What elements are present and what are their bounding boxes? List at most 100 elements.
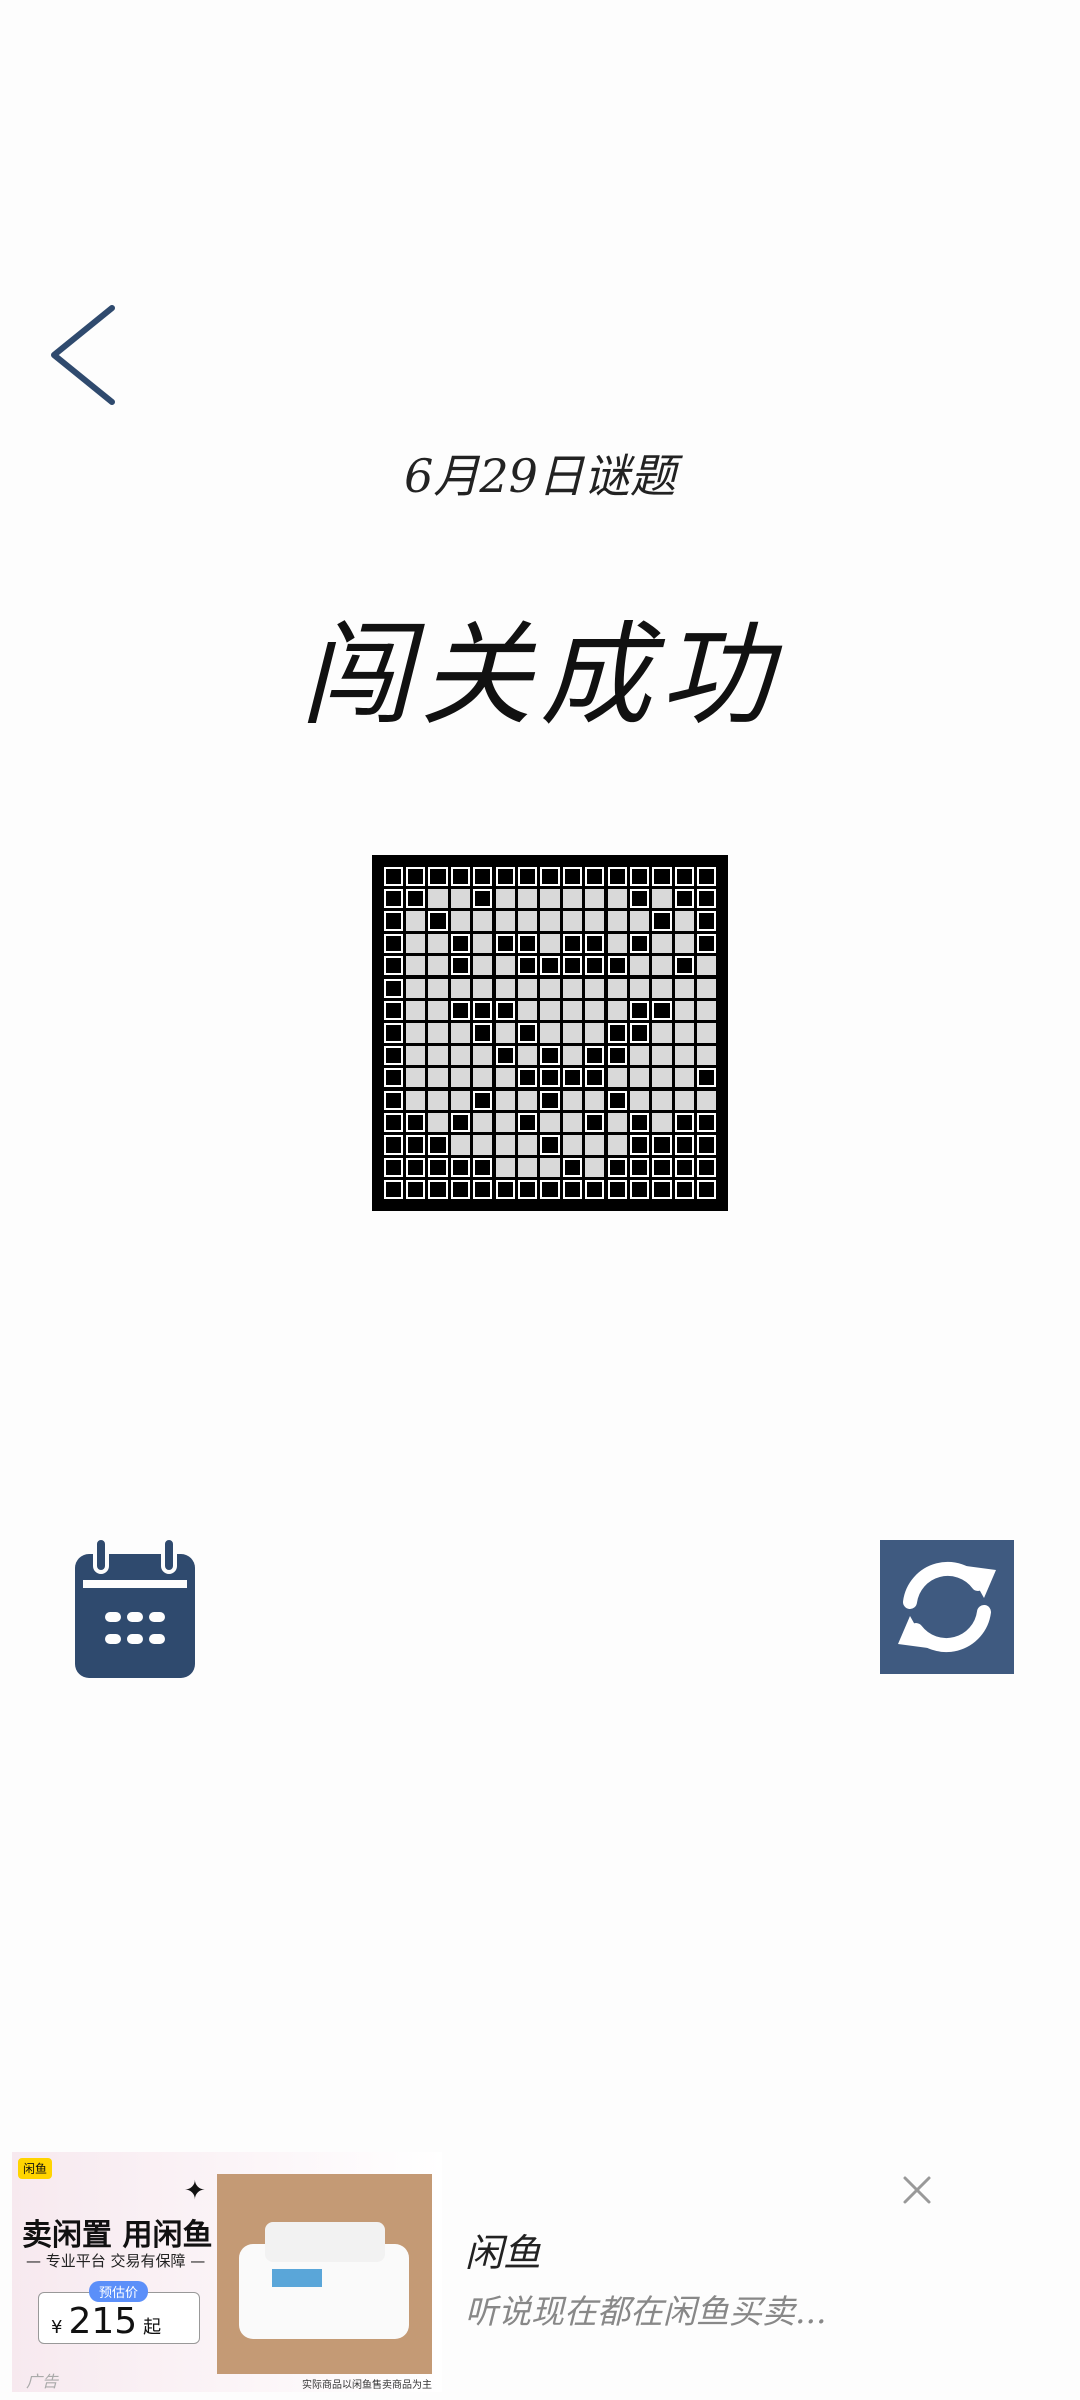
puzzle-cell xyxy=(674,933,695,954)
puzzle-cell xyxy=(428,1068,448,1088)
puzzle-cell xyxy=(517,1180,538,1200)
puzzle-cell xyxy=(697,1135,717,1155)
ad-description[interactable]: 听说现在都在闲鱼买卖... xyxy=(465,2285,826,2333)
success-title: 闯关成功 xyxy=(300,611,780,741)
puzzle-cell xyxy=(495,1000,515,1021)
ad-close-button[interactable] xyxy=(895,2168,939,2212)
puzzle-cell xyxy=(473,956,493,976)
puzzle-cell xyxy=(405,956,426,976)
puzzle-cell xyxy=(585,1045,605,1066)
puzzle-cell xyxy=(607,956,627,976)
puzzle-cell xyxy=(652,978,672,998)
puzzle-cell xyxy=(629,888,650,909)
puzzle-cell xyxy=(473,1045,493,1066)
puzzle-cell xyxy=(495,1180,515,1200)
puzzle-cell xyxy=(629,911,650,931)
puzzle-cell xyxy=(629,956,650,976)
ad-price-value: 215 xyxy=(68,2301,138,2342)
puzzle-cell xyxy=(428,956,448,976)
puzzle-cell xyxy=(652,1068,672,1088)
puzzle-cell xyxy=(450,1000,471,1021)
puzzle-cell xyxy=(473,1023,493,1043)
puzzle-cell xyxy=(383,1023,403,1043)
puzzle-cell xyxy=(697,888,717,909)
puzzle-cell xyxy=(450,911,471,931)
puzzle-cell xyxy=(405,1135,426,1155)
puzzle-cell xyxy=(473,1068,493,1088)
puzzle-cell xyxy=(450,1068,471,1088)
puzzle-cell xyxy=(697,1045,717,1066)
puzzle-cell xyxy=(495,1068,515,1088)
ad-price-unit: 起 xyxy=(143,2317,162,2338)
puzzle-cell xyxy=(428,978,448,998)
puzzle-cell xyxy=(383,866,403,886)
puzzle-cell xyxy=(517,866,538,886)
puzzle-cell xyxy=(517,1112,538,1133)
puzzle-cell xyxy=(495,1023,515,1043)
puzzle-cell xyxy=(495,911,515,931)
puzzle-cell xyxy=(428,1023,448,1043)
ad-image[interactable]: 闲鱼 ✦ 卖闲置 用闲鱼 — 专业平台 交易有保障 — 预估价 ¥215 起 广告… xyxy=(12,2152,442,2392)
puzzle-cell xyxy=(405,978,426,998)
puzzle-cell xyxy=(652,1135,672,1155)
puzzle-cell xyxy=(652,866,672,886)
puzzle-cell xyxy=(405,1112,426,1133)
ad-price-label: 预估价 xyxy=(89,2281,149,2302)
puzzle-cell xyxy=(383,1045,403,1066)
refresh-button[interactable] xyxy=(880,1540,1014,1674)
back-button[interactable] xyxy=(40,300,130,410)
puzzle-cell xyxy=(540,1090,560,1110)
puzzle-cell xyxy=(697,911,717,931)
puzzle-board xyxy=(372,855,728,1211)
puzzle-cell xyxy=(428,1135,448,1155)
puzzle-cell xyxy=(383,911,403,931)
puzzle-cell xyxy=(473,1112,493,1133)
puzzle-cell xyxy=(562,888,583,909)
puzzle-cell xyxy=(697,1090,717,1110)
puzzle-cell xyxy=(517,1135,538,1155)
puzzle-cell xyxy=(450,1023,471,1043)
puzzle-cell xyxy=(405,1068,426,1088)
puzzle-cell xyxy=(495,933,515,954)
puzzle-cell xyxy=(697,1000,717,1021)
puzzle-cell xyxy=(697,933,717,954)
puzzle-cell xyxy=(674,1000,695,1021)
puzzle-cell xyxy=(585,1157,605,1178)
puzzle-cell xyxy=(517,933,538,954)
puzzle-cell xyxy=(383,978,403,998)
puzzle-cell xyxy=(473,933,493,954)
puzzle-cell xyxy=(495,1112,515,1133)
puzzle-cell xyxy=(697,1157,717,1178)
puzzle-cell xyxy=(674,1180,695,1200)
puzzle-cell xyxy=(674,978,695,998)
calendar-button[interactable] xyxy=(75,1536,195,1678)
puzzle-cell xyxy=(562,1135,583,1155)
puzzle-cell xyxy=(652,1045,672,1066)
ad-app-name[interactable]: 闲鱼 xyxy=(465,2222,541,2277)
puzzle-cell xyxy=(697,956,717,976)
puzzle-cell xyxy=(562,1090,583,1110)
puzzle-cell xyxy=(674,866,695,886)
puzzle-cell xyxy=(383,1112,403,1133)
puzzle-cell xyxy=(473,911,493,931)
puzzle-cell xyxy=(562,1157,583,1178)
puzzle-cell xyxy=(473,1157,493,1178)
puzzle-cell xyxy=(674,1068,695,1088)
puzzle-cell xyxy=(405,1023,426,1043)
puzzle-cell xyxy=(495,1157,515,1178)
ad-app-tag: 闲鱼 xyxy=(18,2158,53,2179)
puzzle-cell xyxy=(473,978,493,998)
puzzle-cell xyxy=(562,933,583,954)
puzzle-cell xyxy=(585,1000,605,1021)
puzzle-cell xyxy=(405,1000,426,1021)
puzzle-cell xyxy=(697,1180,717,1200)
puzzle-cell xyxy=(674,1045,695,1066)
puzzle-cell xyxy=(428,888,448,909)
puzzle-cell xyxy=(495,1045,515,1066)
ad-label: 广告 xyxy=(26,2372,59,2391)
puzzle-cell xyxy=(450,933,471,954)
puzzle-cell xyxy=(495,956,515,976)
puzzle-cell xyxy=(540,888,560,909)
puzzle-cell xyxy=(450,1135,471,1155)
puzzle-cell xyxy=(652,888,672,909)
